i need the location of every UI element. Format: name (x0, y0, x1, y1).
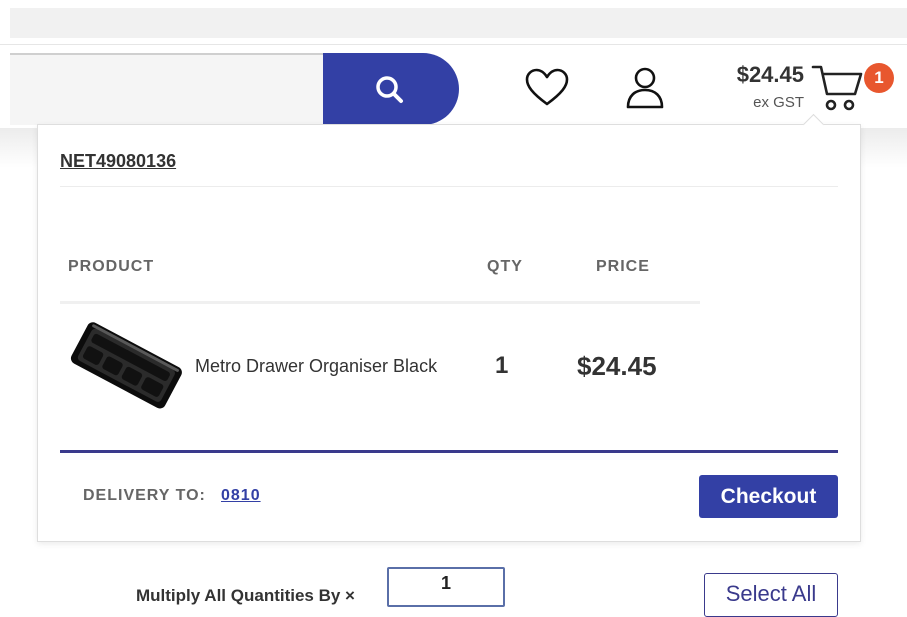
product-qty: 1 (495, 352, 509, 379)
product-image[interactable] (62, 320, 188, 416)
cart-count-badge: 1 (864, 63, 894, 93)
cart-total[interactable]: $24.45 (722, 62, 804, 88)
divider (60, 301, 700, 304)
cart-tax-note: ex GST (753, 94, 804, 111)
column-header-qty: QTY (487, 258, 523, 275)
user-icon[interactable] (625, 66, 665, 110)
divider (60, 186, 838, 187)
search-icon (376, 76, 403, 103)
divider (60, 450, 838, 453)
top-strip (10, 8, 907, 38)
checkout-button[interactable]: Checkout (699, 475, 838, 518)
product-name[interactable]: Metro Drawer Organiser Black (195, 356, 437, 377)
delivery-label: DELIVERY TO: (83, 487, 206, 504)
select-all-button[interactable]: Select All (704, 573, 838, 617)
column-header-product: PRODUCT (68, 258, 155, 275)
order-reference-link[interactable]: NET49080136 (60, 151, 176, 172)
heart-icon[interactable] (524, 68, 570, 108)
cart-icon[interactable] (811, 62, 863, 112)
delivery-postcode-link[interactable]: 0810 (221, 487, 261, 505)
multiply-quantities-input[interactable] (387, 567, 505, 607)
multiply-quantities-label: Multiply All Quantities By × (136, 586, 355, 605)
product-price: $24.45 (577, 351, 657, 381)
search-button[interactable] (323, 53, 459, 125)
column-header-price: PRICE (596, 258, 650, 275)
